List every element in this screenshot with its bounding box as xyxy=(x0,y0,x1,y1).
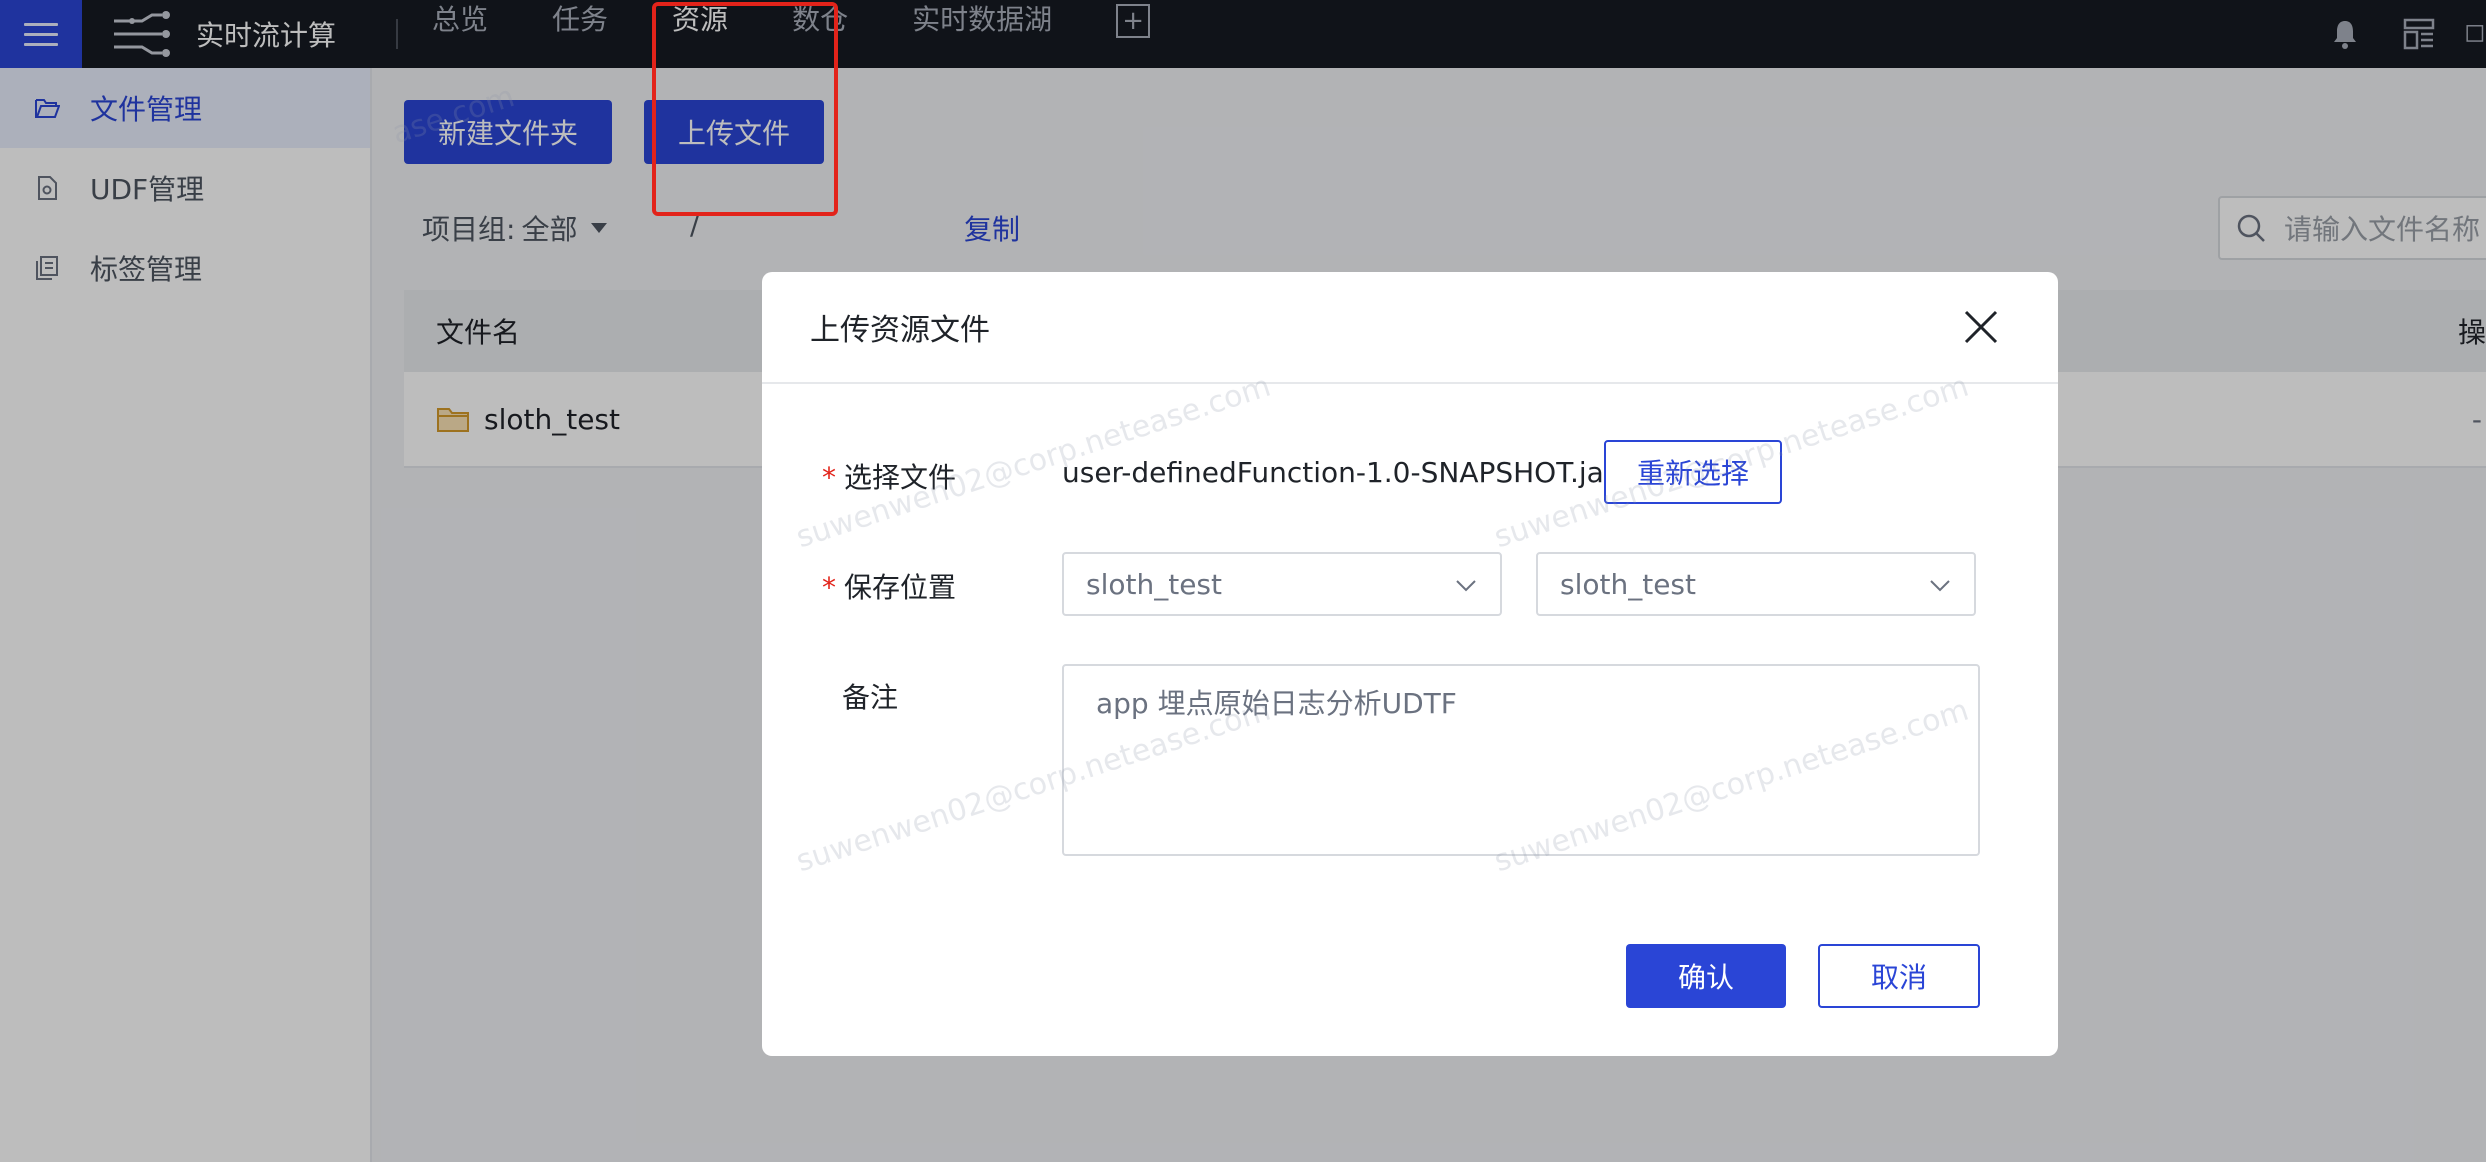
required-mark: * xyxy=(822,461,836,494)
confirm-button[interactable]: 确认 xyxy=(1626,944,1786,1008)
location-secondary-value: sloth_test xyxy=(1560,567,1696,601)
close-icon[interactable] xyxy=(1962,308,2000,346)
cancel-button[interactable]: 取消 xyxy=(1818,944,1980,1008)
location-secondary-select[interactable]: sloth_test xyxy=(1536,552,1976,616)
dialog-title: 上传资源文件 xyxy=(810,313,990,348)
note-label: 备注 xyxy=(842,681,899,714)
note-textarea[interactable]: app 埋点原始日志分析UDTF xyxy=(1062,664,1980,856)
highlight-annotation-box xyxy=(652,2,838,216)
upload-resource-dialog: 上传资源文件 * 选择文件 user-definedFunction-1.0-SN… xyxy=(762,272,2058,1056)
location-primary-value: sloth_test xyxy=(1086,567,1222,601)
location-primary-select[interactable]: sloth_test xyxy=(1062,552,1502,616)
save-location-label: * 保存位置 xyxy=(822,566,956,606)
chevron-down-icon xyxy=(1456,580,1476,592)
save-location-label-text: 保存位置 xyxy=(844,571,957,604)
selected-file-name: user-definedFunction-1.0-SNAPSHOT.jar xyxy=(1062,456,1616,489)
dialog-header: 上传资源文件 xyxy=(762,272,2058,384)
choose-file-label-text: 选择文件 xyxy=(844,461,957,494)
reselect-button[interactable]: 重新选择 xyxy=(1604,440,1782,504)
chevron-down-icon xyxy=(1930,580,1950,592)
required-mark: * xyxy=(822,571,836,604)
choose-file-label: * 选择文件 xyxy=(822,456,956,496)
